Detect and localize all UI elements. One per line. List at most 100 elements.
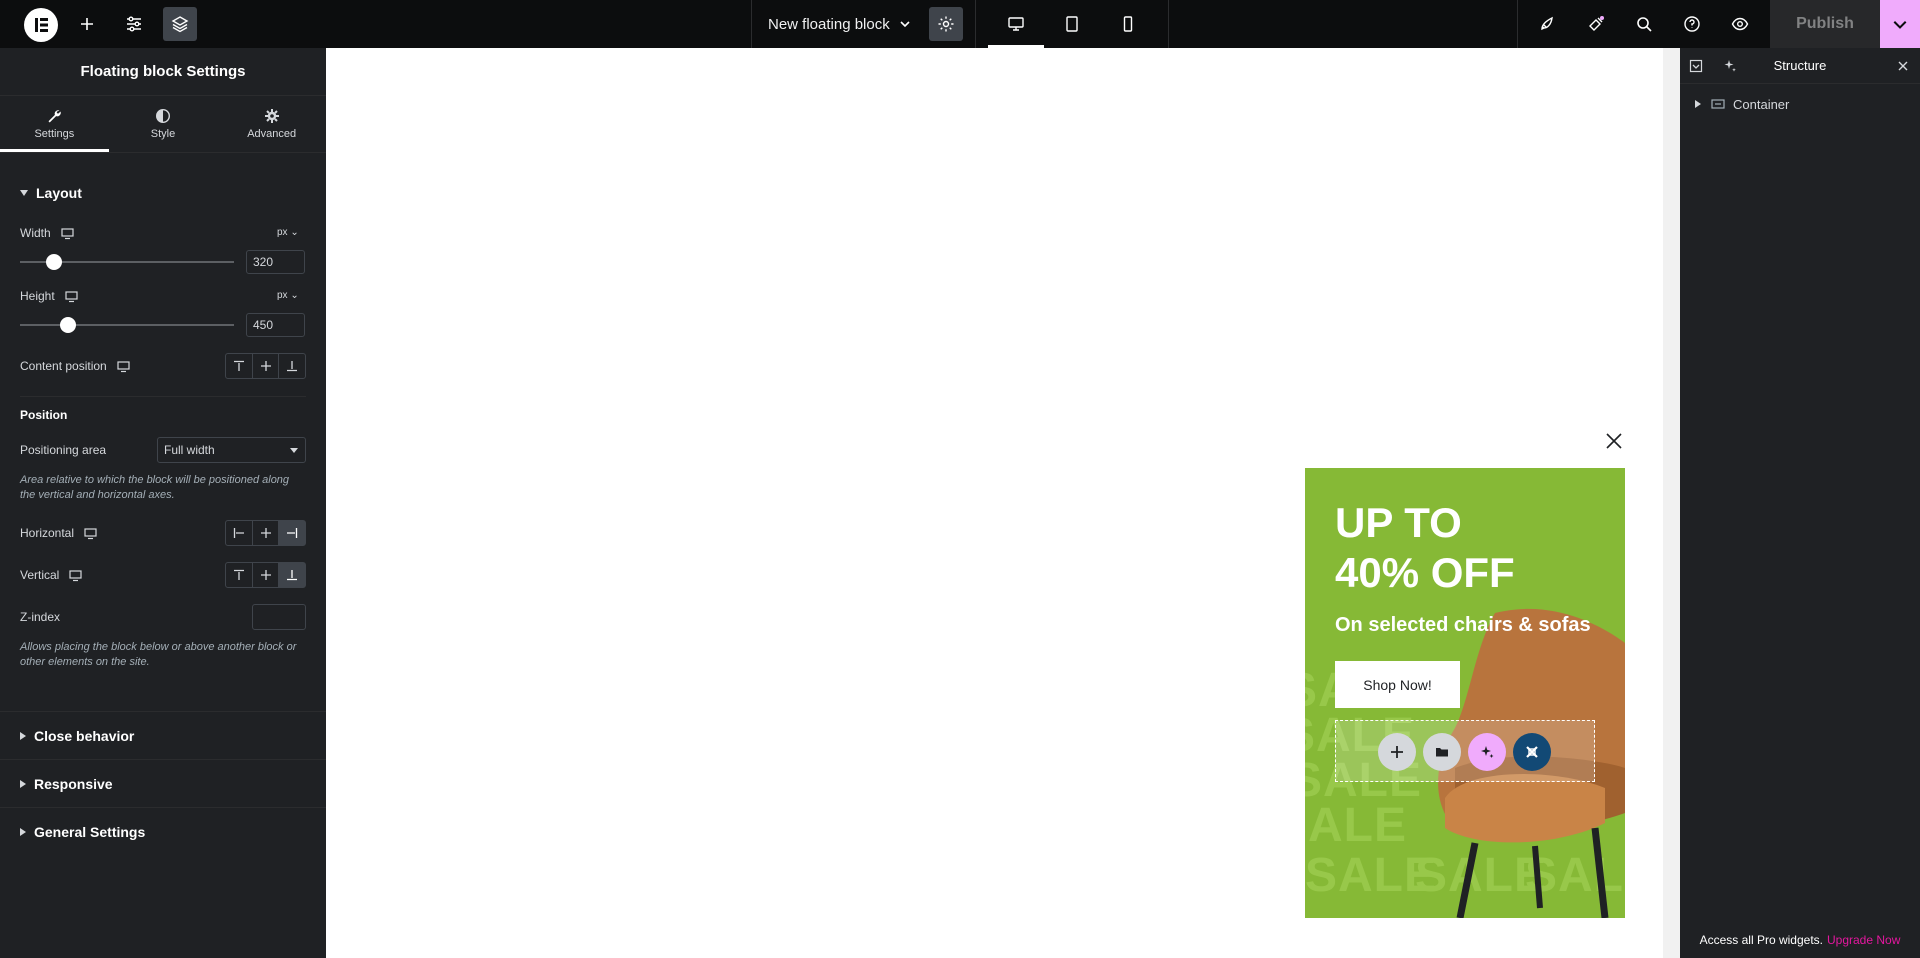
tab-advanced-label: Advanced (247, 128, 297, 140)
tab-style-label: Style (150, 128, 176, 140)
pro-widgets-text: Access all Pro widgets. (1699, 933, 1823, 947)
height-slider-handle[interactable] (60, 317, 76, 333)
tab-advanced[interactable]: Advanced (217, 96, 326, 152)
zindex-label: Z-index (20, 610, 61, 624)
structure-title: Structure (1773, 58, 1827, 73)
add-template-button[interactable] (1423, 733, 1461, 771)
desktop-icon[interactable] (84, 527, 97, 540)
shop-now-button[interactable]: Shop Now! (1335, 661, 1460, 708)
panel-tabs: Settings Style Advanced (0, 96, 326, 153)
structure-header: Structure (1680, 48, 1920, 84)
height-slider[interactable] (20, 324, 234, 326)
tab-settings[interactable]: Settings (0, 96, 109, 152)
align-top-button[interactable] (226, 354, 253, 378)
gear-icon[interactable] (929, 7, 963, 41)
section-general-settings[interactable]: General Settings (0, 807, 326, 855)
desktop-icon[interactable] (999, 7, 1033, 41)
height-label: Height (20, 289, 78, 303)
publish-options-button[interactable] (1880, 0, 1920, 48)
height-unit: px (277, 290, 288, 301)
positioning-help-text: Area relative to which the block will be… (20, 474, 290, 501)
valign-middle-button[interactable] (253, 563, 280, 587)
contrast-icon (155, 108, 171, 124)
whats-new-icon[interactable] (1579, 7, 1613, 41)
align-middle-icon (260, 570, 271, 580)
sparkle-icon (1481, 746, 1494, 758)
add-element-button[interactable] (1378, 733, 1416, 771)
canvas-scrollbar[interactable] (1663, 48, 1680, 958)
valign-top-button[interactable] (226, 563, 253, 587)
structure-item-container[interactable]: Container (1680, 92, 1920, 116)
content-position-label-text: Content position (20, 359, 107, 373)
divider (975, 0, 976, 48)
align-center-button[interactable] (253, 521, 280, 545)
chevron-down-icon (900, 21, 910, 28)
zindex-input[interactable] (252, 604, 306, 630)
promo-subline: On selected chairs & sofas (1335, 614, 1591, 636)
section-responsive-title: Responsive (34, 775, 113, 792)
upgrade-now-link[interactable]: Upgrade Now (1827, 933, 1900, 947)
close-icon[interactable] (1896, 59, 1910, 73)
ai-button[interactable] (1468, 733, 1506, 771)
caret-right-icon (20, 779, 26, 788)
height-unit-select[interactable]: px ⌄ (277, 290, 299, 301)
vertical-label-text: Vertical (20, 568, 60, 582)
align-middle-button[interactable] (253, 354, 280, 378)
divider (1168, 0, 1169, 48)
help-icon[interactable] (1675, 7, 1709, 41)
vertical-position-control (225, 562, 306, 588)
desktop-icon[interactable] (117, 360, 130, 373)
empty-container-dropzone[interactable] (1335, 720, 1595, 782)
positioning-area-select[interactable]: Full width (157, 437, 306, 463)
width-input[interactable]: 320 (246, 250, 305, 274)
search-icon[interactable] (1627, 7, 1661, 41)
align-right-button[interactable] (279, 521, 306, 545)
width-slider-handle[interactable] (46, 254, 62, 270)
width-unit-select[interactable]: px ⌄ (277, 227, 299, 238)
elementor-logo[interactable] (24, 8, 58, 42)
align-bottom-button[interactable] (279, 354, 305, 378)
align-top-icon (233, 569, 244, 580)
height-label-text: Height (20, 289, 55, 303)
horizontal-label-text: Horizontal (20, 526, 75, 540)
publish-button[interactable]: Publish (1770, 0, 1880, 48)
valign-bottom-button[interactable] (279, 563, 306, 587)
align-right-icon (287, 528, 298, 538)
desktop-icon[interactable] (65, 290, 78, 303)
section-close-behavior[interactable]: Close behavior (0, 711, 326, 759)
section-responsive[interactable]: Responsive (0, 759, 326, 807)
desktop-icon[interactable] (69, 569, 82, 582)
section-layout-title: Layout (36, 185, 82, 201)
folder-icon (1436, 748, 1448, 757)
layers-icon[interactable] (163, 7, 197, 41)
kit-library-button[interactable] (1513, 733, 1551, 771)
mobile-icon[interactable] (1111, 7, 1145, 41)
settings-panel: Floating block Settings Settings Style A… (0, 48, 326, 958)
height-input[interactable]: 450 (246, 313, 305, 337)
rocket-icon[interactable] (1530, 7, 1564, 41)
caret-right-icon (20, 731, 26, 740)
structure-footer: Access all Pro widgets. Upgrade Now (1680, 922, 1920, 958)
positioning-area-label: Positioning area (20, 443, 107, 457)
tab-style[interactable]: Style (109, 96, 218, 152)
width-label: Width (20, 226, 74, 240)
tab-settings-label: Settings (34, 128, 75, 140)
section-layout-toggle[interactable]: Layout (0, 153, 326, 233)
desktop-icon[interactable] (61, 227, 74, 240)
eye-icon[interactable] (1723, 7, 1757, 41)
floating-block-promo[interactable]: SALE SALE SALE SALE SALE SALE SALE UP TO… (1305, 468, 1625, 918)
promo-headline-line2: 40% OFF (1335, 549, 1515, 596)
add-icon[interactable] (70, 7, 104, 41)
caret-right-icon[interactable] (1695, 100, 1701, 108)
add-icon (1391, 746, 1403, 758)
align-left-button[interactable] (226, 521, 253, 545)
sliders-icon[interactable] (117, 7, 151, 41)
content-position-label: Content position (20, 359, 130, 373)
document-title-dropdown[interactable]: New floating block (768, 0, 912, 48)
tablet-icon[interactable] (1055, 7, 1089, 41)
section-close-behavior-title: Close behavior (34, 727, 135, 744)
align-left-icon (233, 528, 244, 538)
section-general-settings-title: General Settings (34, 823, 146, 840)
close-icon[interactable] (1605, 432, 1623, 450)
container-icon (1711, 99, 1725, 109)
